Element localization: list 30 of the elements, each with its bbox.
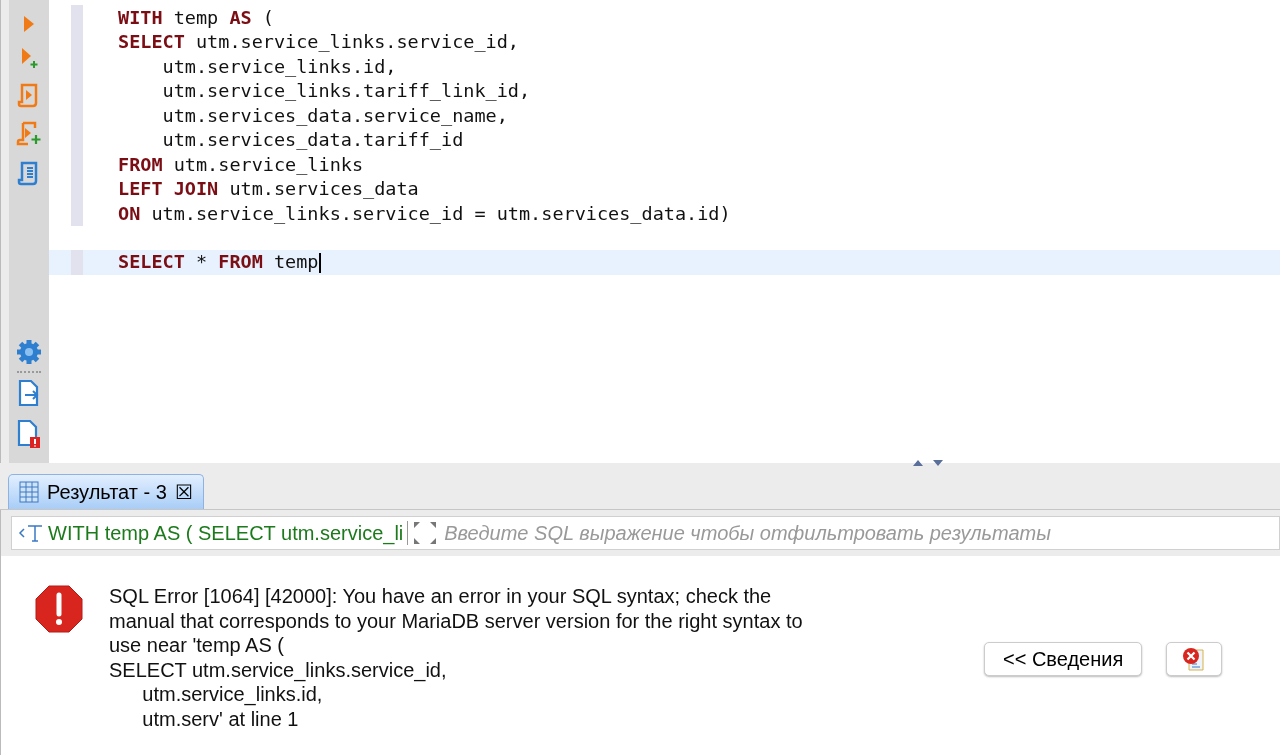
expand-icon[interactable]: [412, 520, 439, 546]
code-text: utm.services_data.service_name,: [161, 104, 508, 126]
statement-marker: [71, 250, 83, 275]
statement-marker: [71, 5, 83, 30]
document-error-icon[interactable]: [16, 419, 42, 449]
filter-field[interactable]: WITH temp AS ( SELECT utm.service_li Введите SQL выражение чтобы отфильтровать результаты: [11, 516, 1280, 550]
sql-editor[interactable]: [49, 0, 1280, 463]
error-log-button[interactable]: [1166, 642, 1223, 676]
document-play-plus-icon[interactable]: [16, 120, 42, 148]
code-text: ON utm.service_links.service_id = utm.services_data.id): [118, 202, 731, 224]
code-text: utm.service_links.id,: [161, 55, 397, 77]
code-text: FROM utm.service_links: [118, 153, 364, 175]
error-message: SQL Error [1064] [42000]: You have an error in your SQL syntax; check the manual that corresponds to your MariaDB server version for the right syntax to use near 'temp AS ( SELECT utm.service_links.service_id, utm.service_links.id, utm.serv' at line 1: [109, 584, 804, 731]
statement-marker: [71, 201, 83, 226]
details-button[interactable]: << Сведения: [984, 642, 1143, 676]
close-tab-button[interactable]: ☒: [174, 480, 193, 504]
error-stop-icon: [34, 584, 84, 634]
text-format-icon: [18, 523, 44, 543]
code-text: SELECT utm.service_links.service_id,: [118, 31, 519, 53]
collapse-arrows-icon[interactable]: [911, 459, 945, 467]
results-tab[interactable]: Результат - 3 ☒: [8, 474, 204, 509]
play-icon[interactable]: [22, 14, 36, 34]
code-text: utm.service_links.tariff_link_id,: [161, 80, 531, 102]
code-text: SELECT * FROM temp: [118, 251, 321, 274]
table-icon: [19, 481, 39, 503]
code-text: WITH temp AS (: [118, 6, 274, 28]
code-text: LEFT JOIN utm.services_data: [118, 178, 419, 200]
code-text: utm.services_data.tariff_id: [161, 129, 464, 151]
document-arrow-icon[interactable]: [17, 379, 41, 407]
query-text: WITH temp AS ( SELECT utm.service_li: [48, 521, 404, 545]
